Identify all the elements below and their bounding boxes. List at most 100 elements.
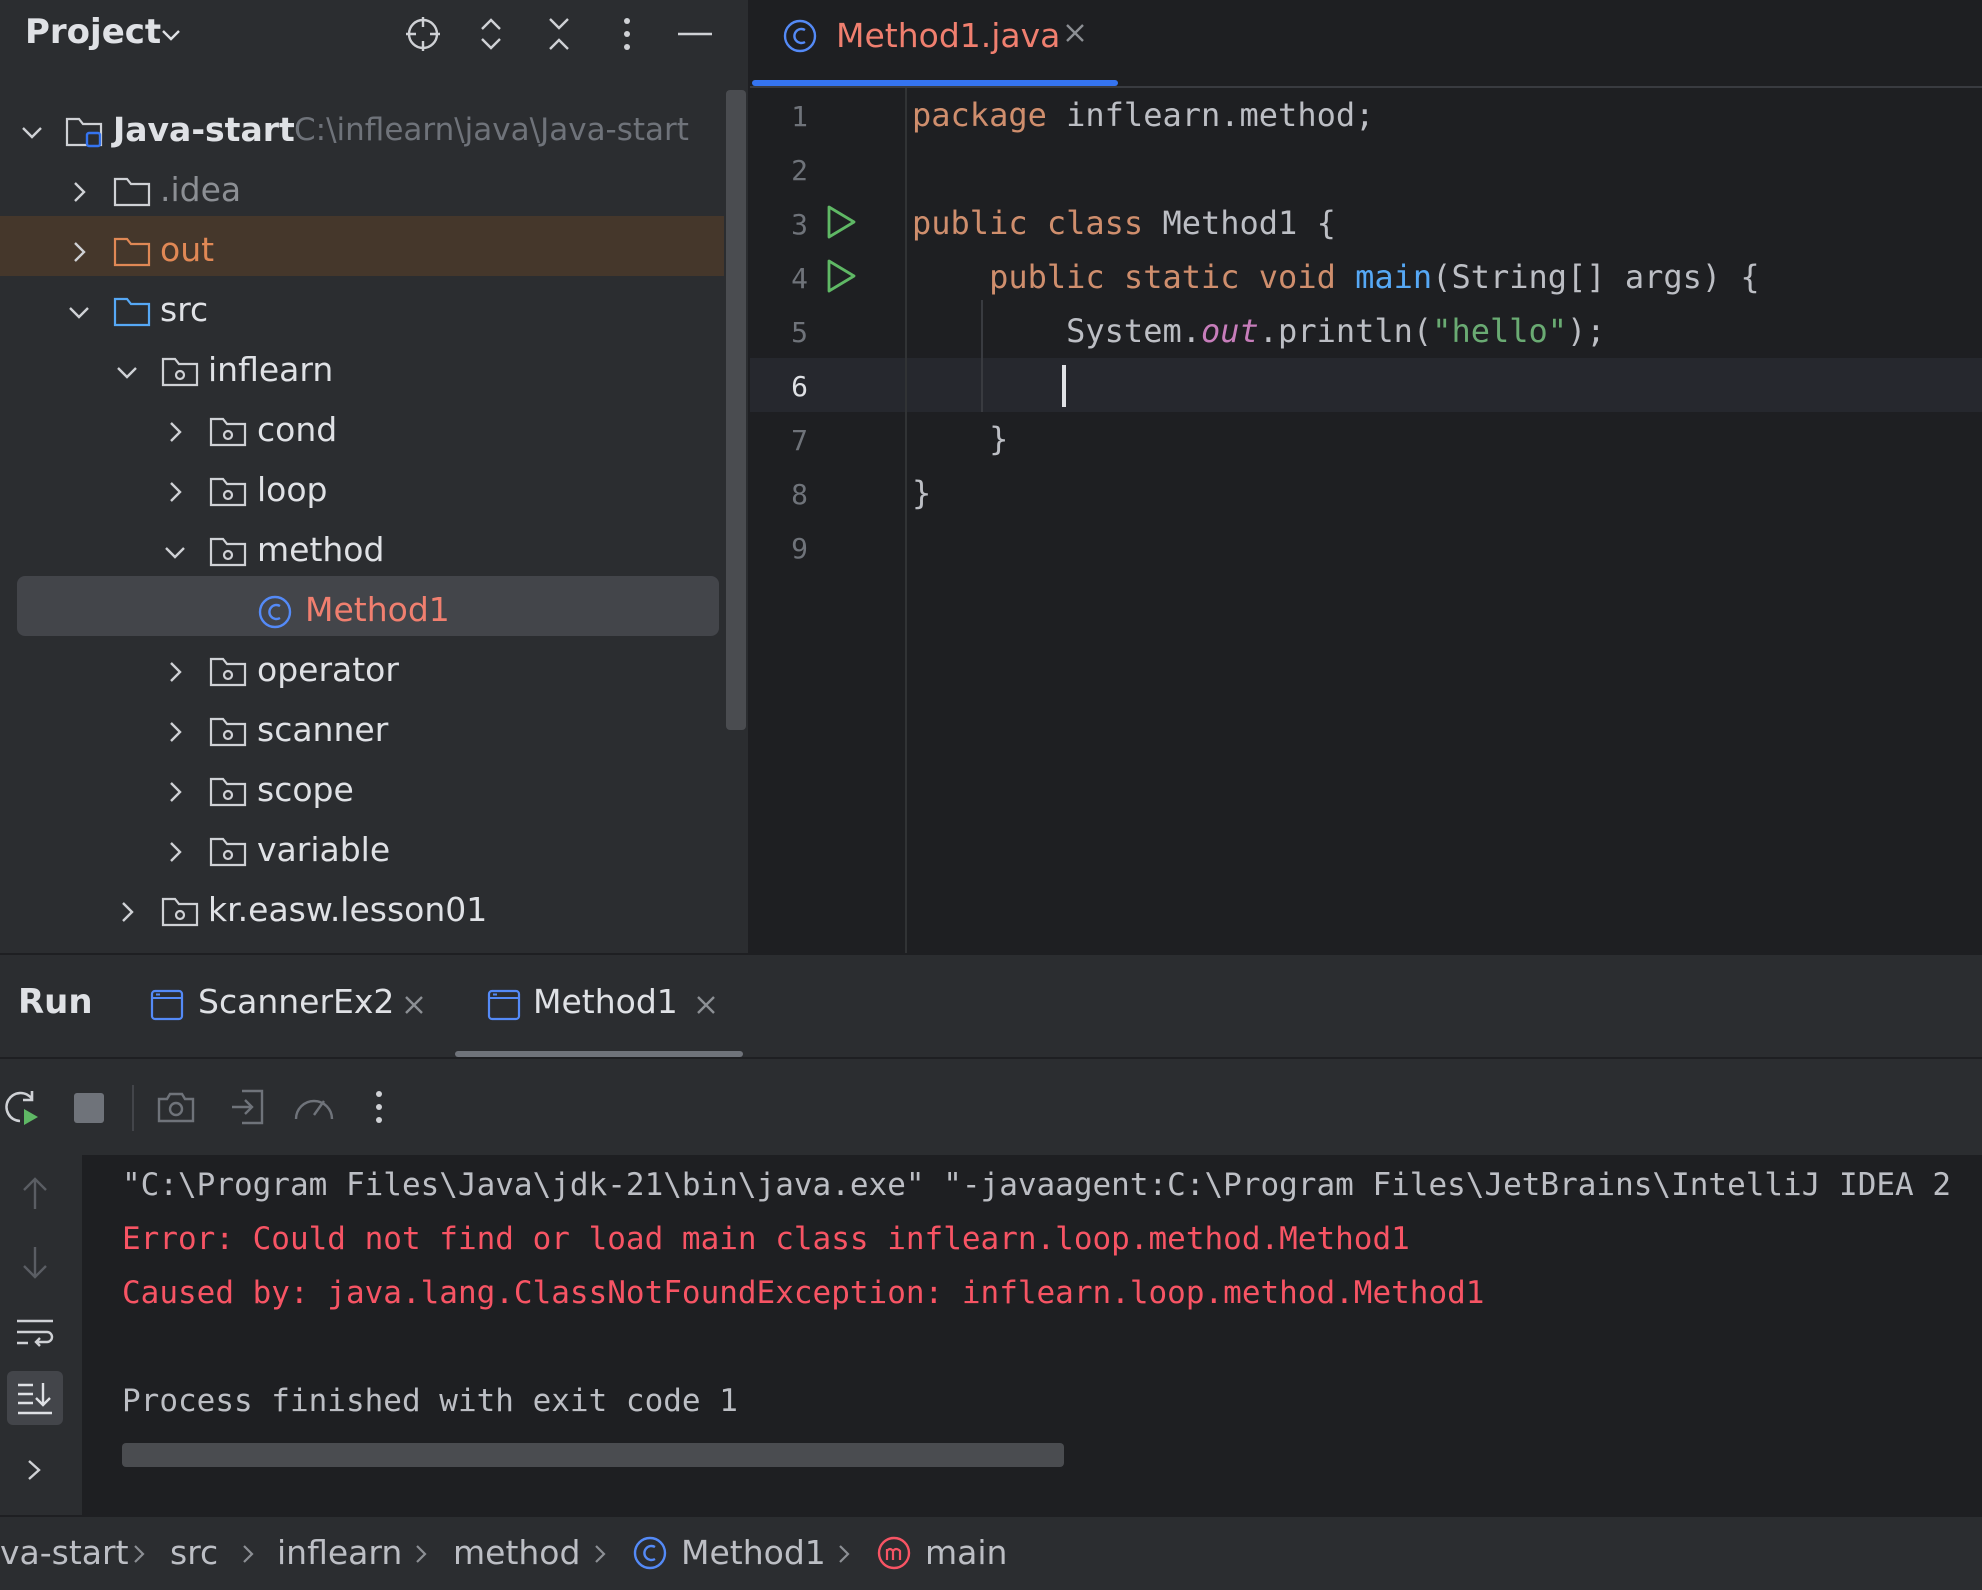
tree-item-variable[interactable]: variable bbox=[0, 822, 724, 882]
run-tab-method1[interactable]: Method1 bbox=[487, 955, 727, 1055]
profiler-icon[interactable] bbox=[292, 1087, 336, 1127]
folder-icon bbox=[113, 177, 151, 207]
line-number: 9 bbox=[791, 532, 808, 565]
chevron-down-icon[interactable] bbox=[160, 24, 182, 50]
tree-item-label: kr.easw.lesson01 bbox=[208, 890, 488, 929]
tree-item-src[interactable]: src bbox=[0, 282, 724, 342]
chevron-right-icon[interactable] bbox=[163, 660, 187, 684]
more-icon[interactable] bbox=[374, 1089, 384, 1125]
tree-item-java-start[interactable]: Java-start C:\inflearn\java\Java-start bbox=[0, 102, 724, 162]
tree-item-label: cond bbox=[257, 410, 338, 449]
code-line-1[interactable]: package inflearn.method; bbox=[912, 96, 1374, 134]
chevron-right-icon bbox=[839, 1545, 850, 1563]
tree-item-label: src bbox=[160, 290, 209, 329]
code-line-7[interactable]: } bbox=[912, 420, 1008, 458]
tree-item-scanner[interactable]: scanner bbox=[0, 702, 724, 762]
tab-method1-java[interactable]: Method1.java bbox=[752, 0, 1118, 86]
code-token: package bbox=[912, 96, 1047, 134]
package-icon bbox=[161, 897, 199, 927]
run-gutter-icon[interactable] bbox=[824, 204, 858, 240]
tree-item-method[interactable]: method bbox=[0, 522, 724, 582]
breadcrumb-item[interactable]: method bbox=[453, 1533, 580, 1572]
package-icon bbox=[209, 537, 247, 567]
code-token: "hello" bbox=[1432, 312, 1568, 350]
tree-item-operator[interactable]: operator bbox=[0, 642, 724, 702]
package-icon bbox=[209, 717, 247, 747]
console-horizontal-scrollbar[interactable] bbox=[122, 1443, 1064, 1467]
tree-item-idea[interactable]: .idea bbox=[0, 162, 724, 222]
project-title[interactable]: Project bbox=[25, 12, 161, 52]
tree-item-out[interactable]: out bbox=[0, 222, 724, 282]
soft-wrap-icon[interactable] bbox=[14, 1315, 56, 1351]
console-side-toolbar bbox=[0, 1155, 82, 1515]
tree-item-label: operator bbox=[257, 650, 399, 689]
close-icon[interactable] bbox=[694, 993, 718, 1017]
tree-item-loop[interactable]: loop bbox=[0, 462, 724, 522]
line-number: 6 bbox=[791, 370, 808, 403]
chevron-right-icon[interactable] bbox=[22, 1457, 46, 1483]
run-tab-scannerex2[interactable]: ScannerEx2 bbox=[150, 955, 430, 1055]
scroll-to-end-toggle[interactable] bbox=[7, 1371, 63, 1425]
tree-item-method1[interactable]: Method1 bbox=[0, 582, 724, 642]
tree-item-scope[interactable]: scope bbox=[0, 762, 724, 822]
scroll-up-icon[interactable] bbox=[18, 1175, 52, 1213]
toolbar-separator bbox=[132, 1085, 134, 1131]
breadcrumb: va-start src inflearn method Method1 mai… bbox=[0, 1515, 1982, 1590]
minimize-icon[interactable] bbox=[675, 14, 715, 54]
project-header: Project bbox=[0, 0, 748, 70]
chevron-down-icon[interactable] bbox=[67, 300, 91, 324]
chevron-right-icon[interactable] bbox=[163, 420, 187, 444]
rerun-icon[interactable] bbox=[2, 1087, 42, 1127]
chevron-right-icon[interactable] bbox=[115, 900, 139, 924]
run-gutter-icon[interactable] bbox=[824, 258, 858, 294]
breadcrumb-item[interactable]: Method1 bbox=[681, 1533, 826, 1572]
line-number: 1 bbox=[791, 100, 808, 133]
expand-all-icon[interactable] bbox=[471, 14, 511, 54]
chevron-down-icon[interactable] bbox=[163, 540, 187, 564]
project-scrollbar-thumb[interactable] bbox=[726, 90, 746, 730]
module-path: C:\inflearn\java\Java-start bbox=[294, 112, 689, 148]
chevron-right-icon[interactable] bbox=[67, 240, 91, 264]
tree-item-label: .idea bbox=[160, 170, 242, 209]
package-icon bbox=[209, 657, 247, 687]
tree-item-label: scope bbox=[257, 770, 354, 809]
close-icon[interactable] bbox=[1062, 20, 1088, 46]
module-folder-icon bbox=[65, 117, 103, 148]
breadcrumb-item[interactable]: inflearn bbox=[277, 1533, 402, 1572]
close-icon[interactable] bbox=[402, 993, 426, 1017]
package-icon bbox=[161, 357, 199, 387]
code-token: public class bbox=[912, 204, 1144, 242]
locate-icon[interactable] bbox=[403, 14, 443, 54]
code-line-3[interactable]: public class Method1 { bbox=[912, 204, 1336, 242]
tree-item-cond[interactable]: cond bbox=[0, 402, 724, 462]
screenshot-icon[interactable] bbox=[156, 1089, 196, 1125]
chevron-right-icon[interactable] bbox=[163, 840, 187, 864]
code-token: Method1 { bbox=[1143, 204, 1336, 242]
chevron-right-icon[interactable] bbox=[163, 480, 187, 504]
tree-item-kr-easw-lesson01[interactable]: kr.easw.lesson01 bbox=[0, 882, 724, 942]
chevron-right-icon[interactable] bbox=[163, 720, 187, 744]
console-line-command: "C:\Program Files\Java\jdk-21\bin\java.e… bbox=[122, 1167, 1952, 1203]
chevron-down-icon[interactable] bbox=[115, 360, 139, 384]
breadcrumb-item[interactable]: main bbox=[925, 1533, 1007, 1572]
console-output[interactable]: "C:\Program Files\Java\jdk-21\bin\java.e… bbox=[82, 1155, 1982, 1515]
gutter-divider bbox=[905, 88, 907, 953]
chevron-right-icon[interactable] bbox=[163, 780, 187, 804]
code-line-5[interactable]: System.out.println("hello"); bbox=[912, 312, 1605, 350]
code-token: public static void bbox=[912, 258, 1336, 296]
import-icon[interactable] bbox=[228, 1087, 268, 1127]
line-number: 8 bbox=[791, 478, 808, 511]
code-line-8[interactable]: } bbox=[912, 474, 931, 512]
chevron-right-icon[interactable] bbox=[67, 180, 91, 204]
breadcrumb-item[interactable]: va-start bbox=[0, 1533, 129, 1572]
tree-item-inflearn[interactable]: inflearn bbox=[0, 342, 724, 402]
collapse-all-icon[interactable] bbox=[539, 14, 579, 54]
code-line-4[interactable]: public static void main(String[] args) { bbox=[912, 258, 1760, 296]
scroll-down-icon[interactable] bbox=[18, 1243, 52, 1281]
stop-icon[interactable] bbox=[74, 1093, 104, 1123]
breadcrumb-item[interactable]: src bbox=[170, 1533, 218, 1572]
chevron-down-icon[interactable] bbox=[20, 120, 44, 144]
console-line-exit: Process finished with exit code 1 bbox=[122, 1383, 738, 1419]
more-icon[interactable] bbox=[607, 14, 647, 54]
code-token: } bbox=[912, 420, 1009, 458]
